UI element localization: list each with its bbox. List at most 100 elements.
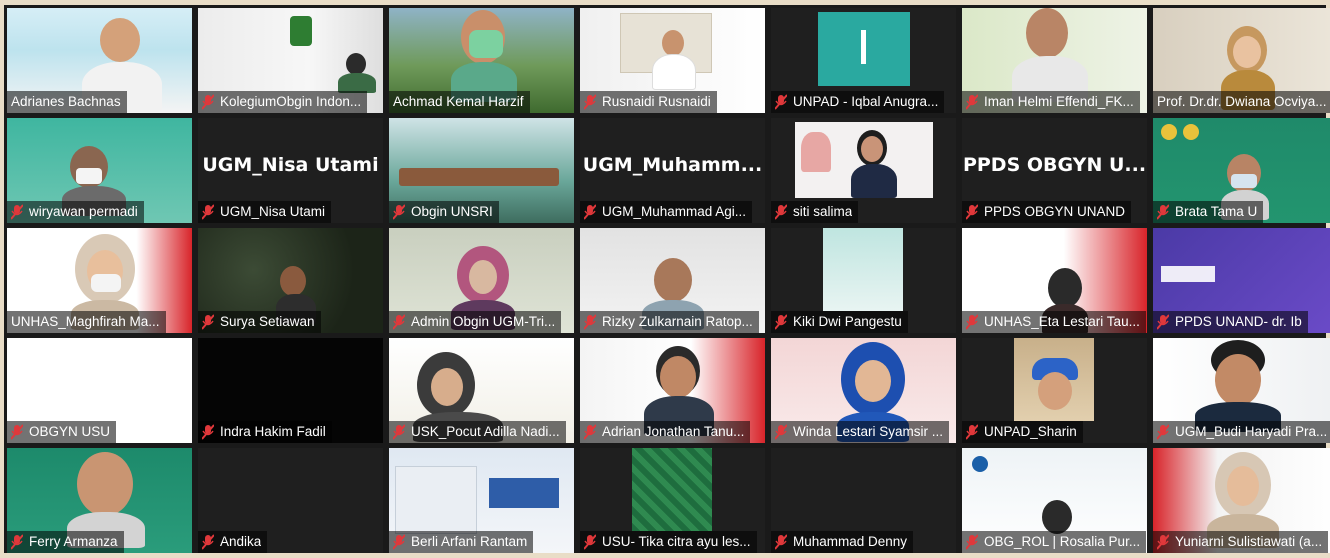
participant-tile[interactable]: Achmad Kemal Harzif	[389, 8, 574, 113]
participant-label: Kiki Dwi Pangestu	[771, 311, 908, 333]
participant-label: Rusnaidi Rusnaidi	[580, 91, 717, 113]
mic-muted-icon	[11, 204, 23, 220]
meeting-gallery: Adrianes Bachnas KolegiumObgin Indon... …	[4, 5, 1330, 553]
participant-tile[interactable]: UNPAD_Sharin	[962, 338, 1147, 443]
participant-label: UNHAS_Eta Lestari Tau...	[962, 311, 1146, 333]
participant-label: PPDS OBGYN UNAND	[962, 201, 1132, 223]
participant-name: Ferry Armanza	[29, 534, 118, 549]
mic-muted-icon	[1157, 204, 1169, 220]
participant-tile[interactable]: Yuniarni Sulistiawati (a...	[1153, 448, 1330, 553]
participant-name: UNHAS_Maghfirah Ma...	[11, 314, 160, 329]
participant-tile[interactable]: OBG_ROL | Rosalia Pur...	[962, 448, 1147, 553]
mic-muted-icon	[393, 424, 405, 440]
participant-name: Achmad Kemal Harzif	[393, 94, 524, 109]
participant-tile[interactable]: Muhammad Denny	[771, 448, 956, 553]
participant-label: USK_Pocut Adilla Nadi...	[389, 421, 566, 443]
participant-tile[interactable]: Brata Tama U	[1153, 118, 1330, 223]
participant-name: KolegiumObgin Indon...	[220, 94, 362, 109]
participant-tile[interactable]: Berli Arfani Rantam	[389, 448, 574, 553]
participant-tile[interactable]: UGM_Muhamm... UGM_Muhammad Agi...	[580, 118, 765, 223]
participant-tile[interactable]: Obgin UNSRI	[389, 118, 574, 223]
participant-name: UGM_Budi Haryadi Pra...	[1175, 424, 1328, 439]
participant-display-name: UGM_Muhamm...	[582, 154, 763, 176]
participant-label: Indra Hakim Fadil	[198, 421, 332, 443]
participant-name: Andika	[220, 534, 262, 549]
participant-name: siti salima	[793, 204, 853, 219]
participant-label: Obgin UNSRI	[389, 201, 499, 223]
mic-muted-icon	[966, 94, 978, 110]
mic-muted-icon	[966, 424, 978, 440]
participant-tile[interactable]: USK_Pocut Adilla Nadi...	[389, 338, 574, 443]
participant-name: wiryawan permadi	[29, 204, 138, 219]
participant-tile[interactable]: OBGYN USU	[7, 338, 192, 443]
participant-name: USU- Tika citra ayu les...	[602, 534, 751, 549]
participant-tile[interactable]: PPDS OBGYN U... PPDS OBGYN UNAND	[962, 118, 1147, 223]
mic-muted-icon	[966, 314, 978, 330]
participant-name: UNHAS_Eta Lestari Tau...	[984, 314, 1140, 329]
mic-muted-icon	[202, 424, 214, 440]
participant-tile[interactable]: UNHAS_Eta Lestari Tau...	[962, 228, 1147, 333]
participant-label: OBGYN USU	[7, 421, 117, 443]
participant-tile[interactable]: UNPAD - Iqbal Anugra...	[771, 8, 956, 113]
participant-tile[interactable]: Andika	[198, 448, 383, 553]
participant-display-name: PPDS OBGYN U...	[962, 154, 1147, 176]
mic-muted-icon	[393, 204, 405, 220]
participant-label: UNPAD - Iqbal Anugra...	[771, 91, 945, 113]
participant-label: PPDS UNAND- dr. Ib	[1153, 311, 1308, 333]
participant-tile[interactable]: Iman Helmi Effendi_FK...	[962, 8, 1147, 113]
participant-tile[interactable]: Kiki Dwi Pangestu	[771, 228, 956, 333]
mic-muted-icon	[584, 204, 596, 220]
participant-name: Berli Arfani Rantam	[411, 534, 528, 549]
mic-muted-icon	[775, 94, 787, 110]
participant-tile[interactable]: Rizky Zulkarnain Ratop...	[580, 228, 765, 333]
participant-label: Iman Helmi Effendi_FK...	[962, 91, 1140, 113]
participant-name: Adrianes Bachnas	[11, 94, 121, 109]
mic-muted-icon	[775, 204, 787, 220]
participant-tile[interactable]: Prof. Dr.dr. Dwiana Ocviya...	[1153, 8, 1330, 113]
participant-name: Muhammad Denny	[793, 534, 908, 549]
participant-label: KolegiumObgin Indon...	[198, 91, 368, 113]
participant-label: UNPAD_Sharin	[962, 421, 1083, 443]
participant-tile[interactable]: Admin Obgin UGM-Tri...	[389, 228, 574, 333]
mic-muted-icon	[1157, 424, 1169, 440]
participant-label: Winda Lestari Syamsir ...	[771, 421, 950, 443]
participant-tile[interactable]: siti salima	[771, 118, 956, 223]
participant-tile[interactable]: PPDS UNAND- dr. Ib	[1153, 228, 1330, 333]
participant-label: siti salima	[771, 201, 859, 223]
mic-muted-icon	[202, 94, 214, 110]
participant-name: USK_Pocut Adilla Nadi...	[411, 424, 560, 439]
participant-label: Admin Obgin UGM-Tri...	[389, 311, 562, 333]
participant-tile[interactable]: Rusnaidi Rusnaidi	[580, 8, 765, 113]
participant-label: Yuniarni Sulistiawati (a...	[1153, 531, 1329, 553]
participant-tile[interactable]: Winda Lestari Syamsir ...	[771, 338, 956, 443]
participant-tile[interactable]: wiryawan permadi	[7, 118, 192, 223]
participant-name: UNPAD_Sharin	[984, 424, 1077, 439]
participant-name: Prof. Dr.dr. Dwiana Ocviya...	[1157, 94, 1327, 109]
participant-tile[interactable]: Indra Hakim Fadil	[198, 338, 383, 443]
participant-name: OBG_ROL | Rosalia Pur...	[984, 534, 1141, 549]
participant-label: Achmad Kemal Harzif	[389, 91, 530, 113]
mic-muted-icon	[584, 94, 596, 110]
participant-tile[interactable]: UGM_Nisa Utami UGM_Nisa Utami	[198, 118, 383, 223]
mic-muted-icon	[393, 534, 405, 550]
participant-tile[interactable]: Adrian Jonathan Tanu...	[580, 338, 765, 443]
participant-name: UGM_Nisa Utami	[220, 204, 326, 219]
participant-tile[interactable]: KolegiumObgin Indon...	[198, 8, 383, 113]
participant-name: UGM_Muhammad Agi...	[602, 204, 747, 219]
participant-name: OBGYN USU	[29, 424, 111, 439]
participant-label: wiryawan permadi	[7, 201, 144, 223]
participant-tile[interactable]: UNHAS_Maghfirah Ma...	[7, 228, 192, 333]
participant-name: Kiki Dwi Pangestu	[793, 314, 902, 329]
mic-muted-icon	[584, 534, 596, 550]
participant-name: Indra Hakim Fadil	[220, 424, 326, 439]
participant-grid: Adrianes Bachnas KolegiumObgin Indon... …	[7, 8, 1330, 553]
participant-label: UNHAS_Maghfirah Ma...	[7, 311, 166, 333]
participant-tile[interactable]: Surya Setiawan	[198, 228, 383, 333]
participant-name: Rusnaidi Rusnaidi	[602, 94, 711, 109]
participant-tile[interactable]: UGM_Budi Haryadi Pra...	[1153, 338, 1330, 443]
participant-name: Obgin UNSRI	[411, 204, 493, 219]
participant-tile[interactable]: USU- Tika citra ayu les...	[580, 448, 765, 553]
participant-tile[interactable]: Adrianes Bachnas	[7, 8, 192, 113]
participant-label: Adrian Jonathan Tanu...	[580, 421, 751, 443]
participant-tile[interactable]: Ferry Armanza	[7, 448, 192, 553]
